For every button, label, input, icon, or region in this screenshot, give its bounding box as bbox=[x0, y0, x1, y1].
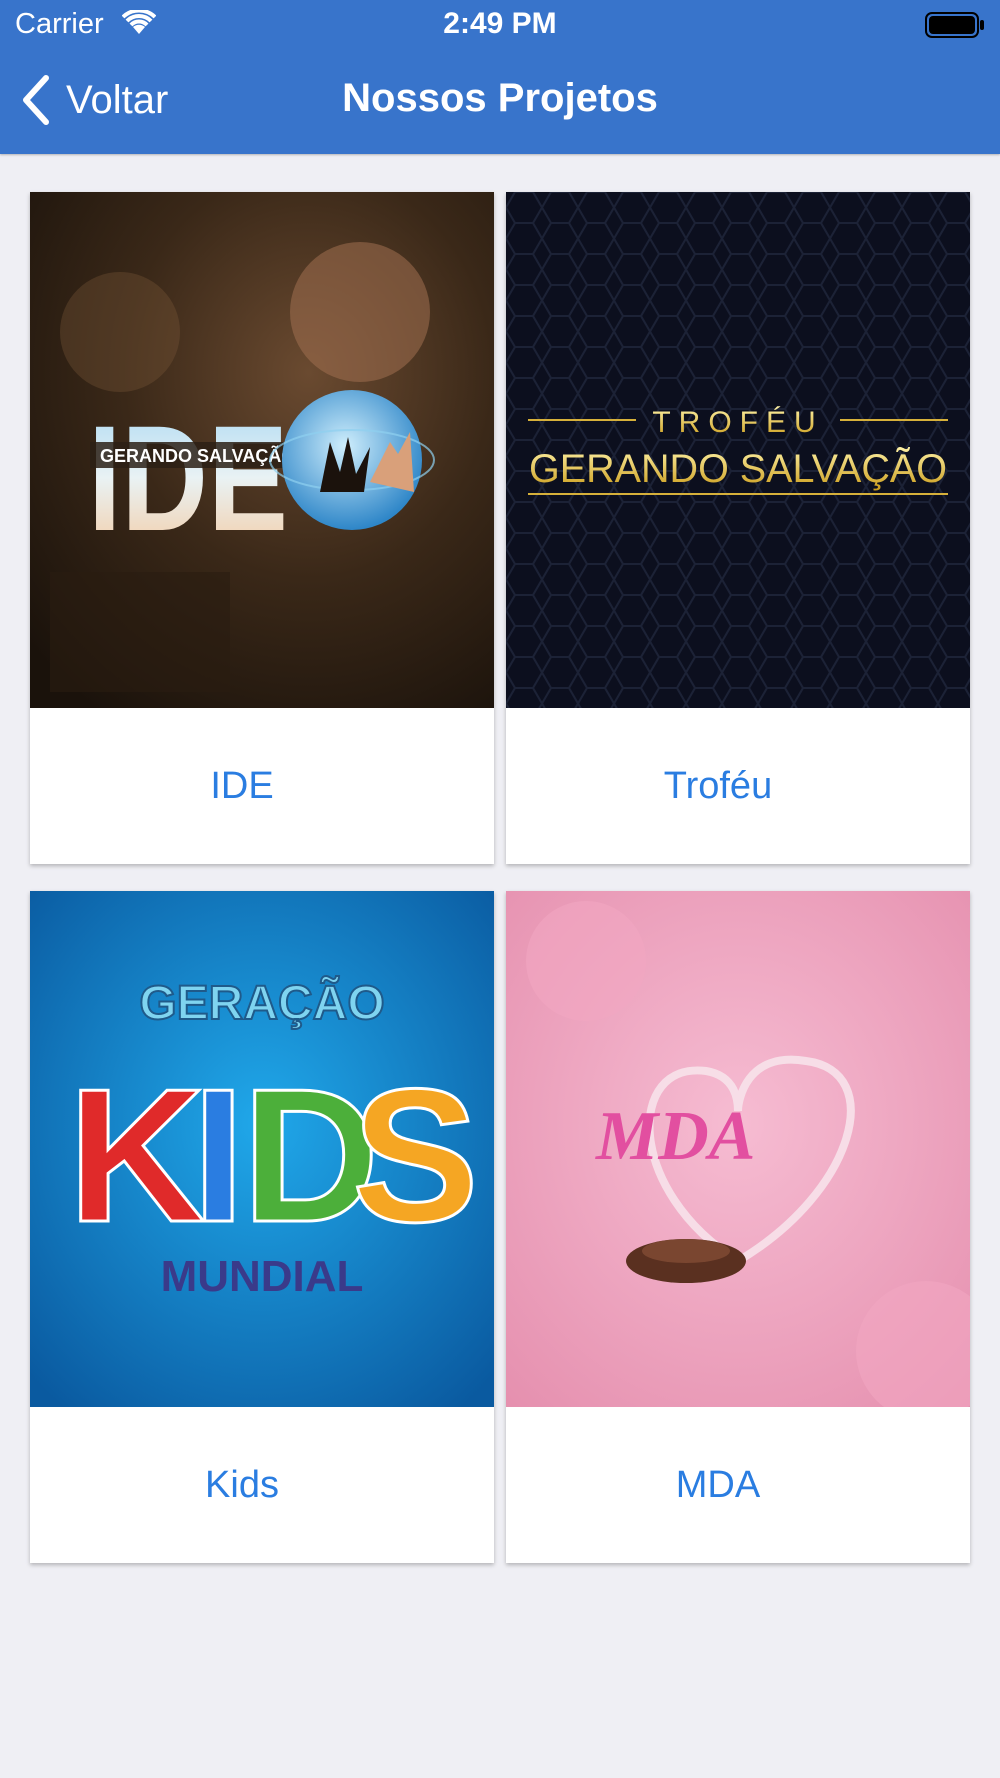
project-image-trofeu: TROFÉU GERANDO SALVAÇÃO bbox=[506, 192, 970, 708]
clock: 2:49 PM bbox=[443, 7, 557, 40]
kids-art-top: GERAÇÃO bbox=[139, 975, 384, 1030]
mda-art-title: MDA bbox=[595, 1098, 755, 1175]
project-image-ide: IDE GERANDO SALVAÇÃO bbox=[30, 192, 494, 708]
project-card-mda[interactable]: MDA MDA bbox=[506, 891, 970, 1563]
kids-letter-s: S bbox=[352, 1050, 479, 1262]
trofeu-art-subtitle: GERANDO SALVAÇÃO bbox=[529, 446, 947, 491]
page-title: Nossos Projetos bbox=[342, 76, 658, 120]
project-label-trofeu: Troféu bbox=[663, 764, 773, 807]
project-image-kids: GERAÇÃO K I D S MUNDIAL bbox=[30, 891, 494, 1407]
project-label-kids: Kids bbox=[205, 1463, 279, 1506]
project-card-kids[interactable]: GERAÇÃO K I D S MUNDIAL Kids bbox=[30, 891, 494, 1563]
kids-art-bottom: MUNDIAL bbox=[161, 1252, 364, 1301]
project-card-ide[interactable]: IDE GERANDO SALVAÇÃO IDE bbox=[30, 192, 494, 864]
project-label-mda: MDA bbox=[675, 1463, 761, 1506]
status-bar: Carrier 2:49 PM bbox=[0, 0, 1000, 50]
battery-icon bbox=[925, 12, 984, 38]
ide-art-title: IDE bbox=[88, 394, 288, 562]
nav-bar: Carrier 2:49 PM Voltar Nossos Projetos bbox=[0, 0, 1000, 154]
project-label-ide: IDE bbox=[210, 764, 274, 807]
project-image-mda: MDA bbox=[506, 891, 970, 1407]
project-card-trofeu[interactable]: TROFÉU GERANDO SALVAÇÃO Troféu bbox=[506, 192, 970, 864]
kids-letter-k: K bbox=[68, 1050, 205, 1262]
kids-letter-i: I bbox=[192, 1050, 245, 1262]
trofeu-art-title: TROFÉU bbox=[652, 406, 823, 439]
ide-art-subtitle: GERANDO SALVAÇÃO bbox=[100, 445, 295, 466]
